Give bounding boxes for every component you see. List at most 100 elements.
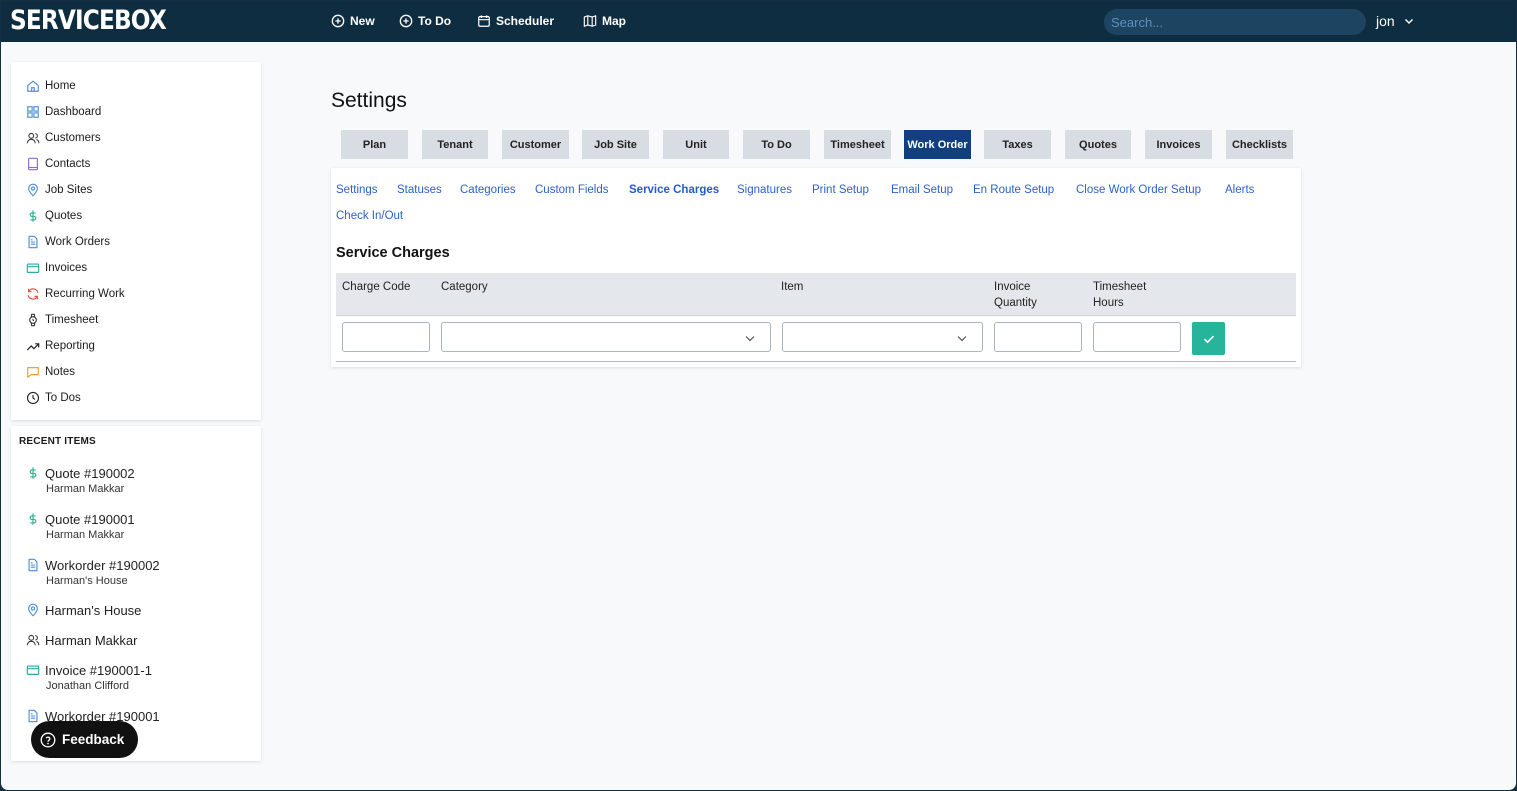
subnav-custom-fields[interactable]: Custom Fields [535, 184, 609, 196]
recent-item[interactable]: Workorder #190002 Harman's House [26, 556, 160, 587]
search-input[interactable] [1104, 9, 1366, 35]
nav-scheduler-label: Scheduler [496, 14, 555, 28]
recent-item[interactable]: Quote #190002 Harman Makkar [26, 464, 135, 495]
check-icon [1203, 335, 1214, 343]
recent-item-subtitle: Jonathan Clifford [46, 680, 129, 692]
dollar-icon [29, 513, 37, 525]
sidebar-item-invoices[interactable]: Invoices [26, 259, 87, 277]
message-icon [27, 367, 39, 378]
dollar-icon [29, 210, 37, 222]
recent-item-title: Workorder #190002 [45, 557, 160, 573]
timesheet-hours-input[interactable] [1093, 322, 1181, 352]
sidebar-item-label: Recurring Work [45, 288, 125, 300]
subnav-print-setup[interactable]: Print Setup [812, 184, 869, 196]
subnav-signatures[interactable]: Signatures [737, 184, 792, 196]
chevron-down-icon [1404, 18, 1413, 25]
subnav-check-in-out[interactable]: Check In/Out [336, 210, 403, 222]
recent-item-subtitle: Harman's House [46, 575, 128, 587]
tab-customer[interactable]: Customer [502, 130, 569, 159]
nav-map-label: Map [602, 14, 626, 28]
refresh-icon [27, 288, 39, 300]
subnav-alerts[interactable]: Alerts [1225, 184, 1254, 196]
sidebar-item-label: Work Orders [45, 236, 110, 248]
credit-card-icon [26, 665, 40, 675]
recent-item[interactable]: Quote #190001 Harman Makkar [26, 510, 135, 541]
sidebar-item-label: Dashboard [45, 106, 102, 118]
sidebar-item-customers[interactable]: Customers [26, 129, 101, 147]
sidebar-item-label: Reporting [45, 340, 95, 352]
tab-unit[interactable]: Unit [663, 130, 729, 159]
subnav-categories[interactable]: Categories [460, 184, 516, 196]
nav-new-button[interactable]: New [331, 12, 375, 30]
top-bar: SERVICEBOX New To Do Scheduler Map jon [1, 1, 1516, 42]
sidebar-item-label: Contacts [45, 158, 91, 170]
users-icon [26, 132, 40, 144]
sidebar-item-reporting[interactable]: Reporting [26, 337, 95, 355]
column-category: Category [441, 281, 488, 293]
chevron-down-icon [745, 336, 755, 342]
invoice-quantity-input[interactable] [994, 322, 1082, 352]
app-window: SERVICEBOX New To Do Scheduler Map jon H… [0, 0, 1517, 791]
sidebar-item-dashboard[interactable]: Dashboard [26, 103, 101, 121]
subnav-settings[interactable]: Settings [336, 184, 378, 196]
feedback-button[interactable]: Feedback [31, 721, 138, 758]
tab-to-do[interactable]: To Do [743, 130, 810, 159]
service-charges-panel: Settings Statuses Categories Custom Fiel… [331, 168, 1301, 367]
sidebar-item-label: Home [45, 80, 76, 92]
subnav-statuses[interactable]: Statuses [397, 184, 442, 196]
sidebar-item-home[interactable]: Home [26, 77, 76, 95]
document-icon [28, 558, 38, 572]
sidebar-item-label: Job Sites [45, 184, 93, 196]
recent-item-title: Quote #190002 [45, 465, 135, 481]
category-select[interactable] [441, 322, 771, 352]
sidebar-item-label: Customers [45, 132, 101, 144]
nav-scheduler-button[interactable]: Scheduler [477, 12, 554, 30]
sidebar-item-to-dos[interactable]: To Dos [26, 389, 81, 407]
tab-quotes[interactable]: Quotes [1065, 130, 1131, 159]
subnav-service-charges[interactable]: Service Charges [629, 184, 719, 196]
sidebar-item-recurring-work[interactable]: Recurring Work [26, 285, 125, 303]
tab-invoices[interactable]: Invoices [1145, 130, 1212, 159]
subnav-close-work-order-setup[interactable]: Close Work Order Setup [1076, 184, 1201, 196]
sidebar-item-quotes[interactable]: Quotes [26, 207, 82, 225]
feedback-label: Feedback [62, 732, 125, 747]
recent-item[interactable]: Harman's House [26, 601, 141, 619]
home-icon [27, 80, 39, 92]
tab-timesheet[interactable]: Timesheet [824, 130, 891, 159]
recent-item-title: Invoice #190001-1 [45, 662, 152, 678]
subnav-en-route-setup[interactable]: En Route Setup [973, 184, 1054, 196]
column-charge-code: Charge Code [342, 281, 411, 293]
sidebar-item-job-sites[interactable]: Job Sites [26, 181, 92, 199]
tab-checklists[interactable]: Checklists [1226, 130, 1293, 159]
recent-item-title: Harman Makkar [45, 632, 138, 648]
sidebar-item-label: Quotes [45, 210, 83, 222]
subnav-email-setup[interactable]: Email Setup [891, 184, 953, 196]
sidebar-item-work-orders[interactable]: Work Orders [26, 233, 110, 251]
sidebar-item-notes[interactable]: Notes [26, 363, 75, 381]
page-title: Settings [331, 89, 407, 112]
credit-card-icon [26, 263, 40, 273]
tab-work-order[interactable]: Work Order [904, 130, 971, 159]
user-menu[interactable]: jon [1376, 13, 1415, 29]
document-icon [28, 709, 38, 723]
tab-plan[interactable]: Plan [341, 130, 408, 159]
calendar-icon [478, 15, 490, 27]
nav-map-button[interactable]: Map [583, 12, 626, 30]
chevron-down-icon [957, 336, 967, 342]
nav-new-label: New [350, 14, 375, 28]
nav-todo-button[interactable]: To Do [399, 12, 451, 30]
sidebar-item-contacts[interactable]: Contacts [26, 155, 90, 173]
tab-job-site[interactable]: Job Site [582, 130, 649, 159]
charge-code-input[interactable] [342, 322, 430, 352]
tab-tenant[interactable]: Tenant [422, 130, 488, 159]
tab-taxes[interactable]: Taxes [984, 130, 1051, 159]
recent-item[interactable]: Invoice #190001-1 Jonathan Clifford [26, 661, 152, 692]
column-invoice-quantity: Invoice Quantity [994, 281, 1037, 309]
column-timesheet-hours: Timesheet Hours [1093, 281, 1147, 309]
item-select[interactable] [782, 322, 983, 352]
app-logo[interactable]: SERVICEBOX [10, 5, 167, 36]
nav-todo-label: To Do [418, 14, 452, 28]
recent-item[interactable]: Harman Makkar [26, 631, 137, 649]
add-service-charge-button[interactable] [1192, 322, 1225, 355]
sidebar-item-timesheet[interactable]: Timesheet [26, 311, 98, 329]
